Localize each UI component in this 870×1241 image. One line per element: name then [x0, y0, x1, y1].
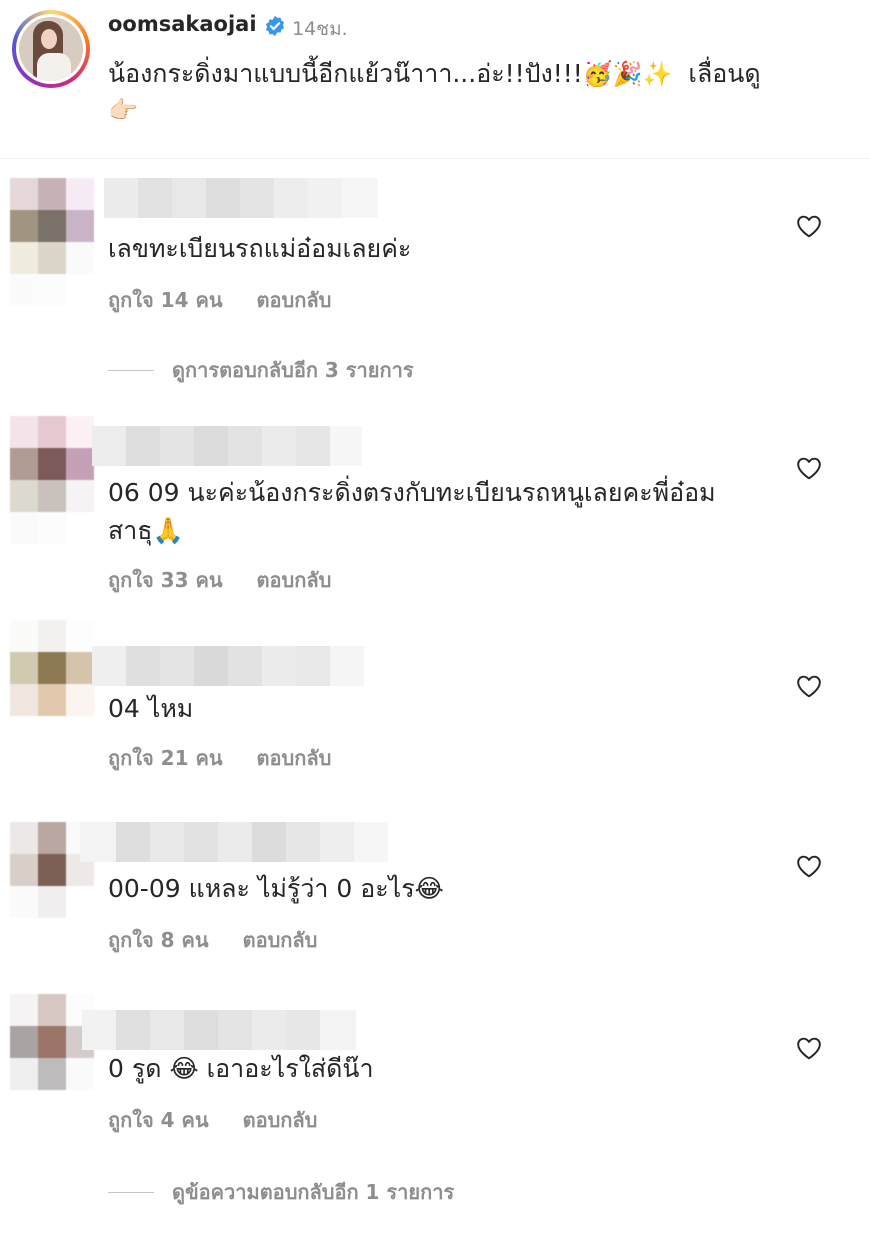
verified-badge-icon — [265, 15, 285, 37]
commenter-username[interactable] — [92, 426, 362, 466]
pointing-hand-emoji: 👉🏻 — [108, 96, 138, 124]
post-caption: oomsakaojai 14ชม. น้องกระดิ่งมาแบบนี้อีก… — [0, 0, 870, 159]
caption-emojis: 🥳🎉✨ — [582, 60, 673, 88]
comment-text: 0 รูด 😂 เอาอะไรใส่ดีน๊า — [108, 1054, 374, 1083]
commenter-username[interactable] — [92, 646, 364, 686]
caption-body: น้องกระดิ่งมาแบบนี้อีกแย้วน๊าาา...อ่ะ!!ป… — [108, 59, 583, 88]
commenter-avatar[interactable] — [10, 178, 94, 306]
commenter-avatar[interactable] — [10, 620, 94, 748]
reply-button[interactable]: ตอบกลับ — [257, 288, 332, 312]
comment-text: 00-09 แหละ ไม่รู้ว่า 0 อะไร😂 — [108, 874, 444, 903]
reply-button[interactable]: ตอบกลับ — [243, 928, 318, 952]
comment-text: 04 ไหม — [108, 694, 194, 723]
view-replies-label: ดูข้อความตอบกลับอีก 1 รายการ — [172, 1180, 455, 1204]
comment-meta: ถูกใจ 21 คน ตอบกลับ — [108, 742, 331, 774]
author-avatar[interactable] — [12, 10, 90, 88]
commenter-username[interactable] — [80, 822, 388, 862]
like-count[interactable]: ถูกใจ 8 คน — [108, 928, 209, 952]
view-replies-button[interactable]: ดูการตอบกลับอีก 3 รายการ — [108, 356, 414, 384]
reply-button[interactable]: ตอบกลับ — [257, 568, 332, 592]
like-count[interactable]: ถูกใจ 14 คน — [108, 288, 223, 312]
heart-outline-icon[interactable] — [796, 456, 822, 480]
like-count[interactable]: ถูกใจ 21 คน — [108, 746, 223, 770]
heart-outline-icon[interactable] — [796, 854, 822, 878]
comment-text: เลขทะเบียนรถแม่อ๋อมเลยค่ะ — [108, 234, 412, 263]
like-count[interactable]: ถูกใจ 4 คน — [108, 1108, 209, 1132]
comment-meta: ถูกใจ 33 คน ตอบกลับ — [108, 564, 331, 596]
view-replies-button[interactable]: ดูข้อความตอบกลับอีก 1 รายการ — [108, 1178, 454, 1206]
heart-outline-icon[interactable] — [796, 1036, 822, 1060]
comment-meta: ถูกใจ 14 คน ตอบกลับ — [108, 284, 331, 316]
commenter-username[interactable] — [104, 178, 378, 218]
caption-text: น้องกระดิ่งมาแบบนี้อีกแย้วน๊าาา...อ่ะ!!ป… — [108, 56, 828, 128]
post-timestamp: 14ชม. — [292, 18, 348, 40]
comment-meta: ถูกใจ 8 คน ตอบกลับ — [108, 924, 317, 956]
author-username[interactable]: oomsakaojai — [108, 12, 257, 36]
caption-more-text: เลื่อนดู — [688, 59, 761, 88]
reply-button[interactable]: ตอบกลับ — [257, 746, 332, 770]
comment-meta: ถูกใจ 4 คน ตอบกลับ — [108, 1104, 317, 1136]
comment-text: 06 09 นะค่ะน้องกระดิ่งตรงกับทะเบียนรถหนู… — [108, 478, 716, 545]
heart-outline-icon[interactable] — [796, 214, 822, 238]
commenter-username[interactable] — [82, 1010, 356, 1050]
view-replies-label: ดูการตอบกลับอีก 3 รายการ — [172, 358, 414, 382]
heart-outline-icon[interactable] — [796, 674, 822, 698]
reply-button[interactable]: ตอบกลับ — [243, 1108, 318, 1132]
like-count[interactable]: ถูกใจ 33 คน — [108, 568, 223, 592]
commenter-avatar[interactable] — [10, 416, 94, 544]
